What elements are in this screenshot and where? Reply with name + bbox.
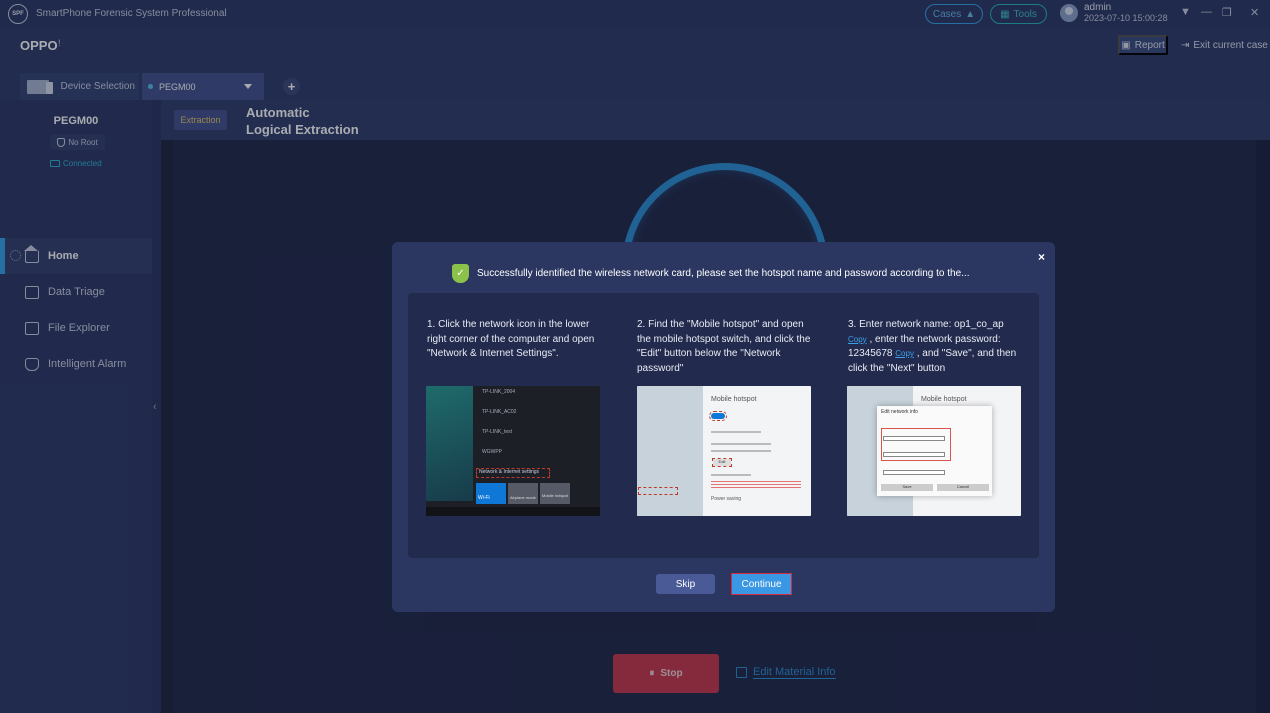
step-3-part-1: 3. Enter network name: op1_co_ap xyxy=(848,319,1004,330)
continue-button[interactable]: Continue xyxy=(731,573,792,595)
dialog-message: ✓ Successfully identified the wireless n… xyxy=(452,264,970,283)
wifi-network-item: WGWPP xyxy=(482,449,502,455)
dialog-message-text: Successfully identified the wireless net… xyxy=(477,268,970,279)
hotspot-setup-dialog: × ✓ Successfully identified the wireless… xyxy=(392,242,1055,612)
modal-title: Edit network info xyxy=(881,409,918,415)
network-band-field xyxy=(883,470,945,475)
step-3-screenshot: Mobile hotspot Edit network info Save Ca… xyxy=(847,386,1021,516)
network-settings-link-highlight: Network & Internet settings xyxy=(476,468,550,478)
step-1-screenshot: TP-LINK_2004 TP-LINK_AC02 TP-LINK_test W… xyxy=(426,386,600,516)
text-line xyxy=(711,443,771,445)
hotspot-toggle-highlight xyxy=(709,411,727,421)
close-dialog-icon[interactable]: × xyxy=(1038,250,1045,264)
step-1-text: 1. Click the network icon in the lower r… xyxy=(427,319,595,359)
hotspot-tile: Mobile hotspot xyxy=(540,483,570,504)
mobile-hotspot-nav-highlight xyxy=(638,487,678,495)
step-2-screenshot: Mobile hotspot Edit Power saving xyxy=(637,386,811,516)
settings-sidebar xyxy=(637,386,703,516)
step-3-text: 3. Enter network name: op1_co_ap Copy , … xyxy=(848,318,1023,376)
text-line xyxy=(711,431,761,433)
power-saving-heading: Power saving xyxy=(711,496,742,502)
edit-button-highlight: Edit xyxy=(712,458,732,467)
cancel-button: Cancel xyxy=(937,484,989,491)
edit-network-modal: Edit network info Save Cancel xyxy=(877,406,992,496)
wifi-tile: Wi-Fi xyxy=(476,483,506,504)
wifi-network-item: TP-LINK_AC02 xyxy=(482,409,517,415)
save-button: Save xyxy=(881,484,933,491)
network-name-field xyxy=(883,436,945,441)
skip-button[interactable]: Skip xyxy=(656,574,715,594)
copy-network-name-link[interactable]: Copy xyxy=(848,335,867,344)
shield-check-icon: ✓ xyxy=(452,264,469,283)
dialog-steps-panel: 1. Click the network icon in the lower r… xyxy=(408,293,1039,558)
airplane-tile: Airplane mode xyxy=(508,483,538,504)
step-2-text: 2. Find the "Mobile hotspot" and open th… xyxy=(637,319,811,374)
network-password-field xyxy=(883,452,945,457)
wifi-network-item: TP-LINK_2004 xyxy=(482,389,516,395)
warning-text xyxy=(711,481,801,489)
copy-password-link[interactable]: Copy xyxy=(895,349,914,358)
taskbar xyxy=(426,507,600,516)
thumb-heading: Mobile hotspot xyxy=(711,396,757,403)
text-line xyxy=(711,474,751,476)
wifi-network-item: TP-LINK_test xyxy=(482,429,513,435)
text-line xyxy=(711,450,771,452)
thumb-heading: Mobile hotspot xyxy=(921,396,967,403)
wallpaper xyxy=(426,386,473,501)
